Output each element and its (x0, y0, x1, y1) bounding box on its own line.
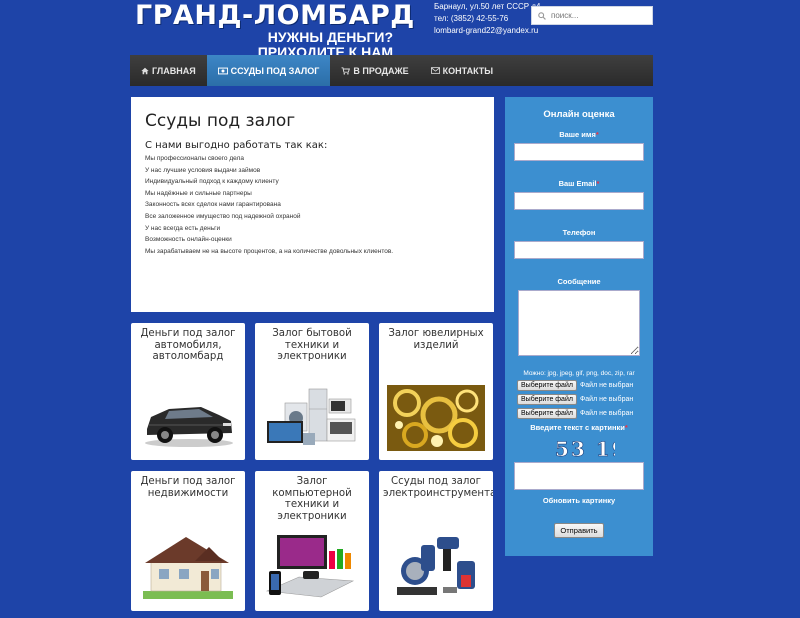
house-image (139, 531, 237, 601)
logo-title: ГРАНД-ЛОМБАРД (135, 0, 415, 31)
nav-item-for-sale[interactable]: В ПРОДАЖЕ (330, 55, 419, 86)
phone-field[interactable] (514, 241, 644, 259)
money-icon (217, 67, 228, 75)
gold-jewelry-image (387, 385, 485, 451)
card-title: Залог ювелирных изделий (388, 328, 484, 351)
computers-image (263, 531, 361, 601)
list-item: Все заложенное имущество под надежной ох… (145, 212, 301, 220)
choose-file-button[interactable]: Выберите файл (517, 408, 577, 419)
main-content: Ссуды под залог С нами выгодно работать … (131, 97, 494, 312)
header-contacts: Барнаул, ул.50 лет СССР д4 тел: (3852) 4… (434, 1, 540, 37)
card-title: Залог компьютерной техники и электроники (272, 476, 352, 522)
phone-label: Телефон (562, 228, 596, 237)
required-mark: * (596, 179, 600, 188)
choose-file-button[interactable]: Выберите файл (517, 380, 577, 391)
card-title: Залог бытовой техники и электроники (272, 328, 352, 362)
name-field[interactable] (514, 143, 644, 161)
captcha-image: 53 19 (551, 438, 615, 460)
nav-item-label: КОНТАКТЫ (442, 65, 494, 76)
file-upload-row: Выберите файл Файл не выбран (505, 408, 653, 419)
file-status: Файл не выбран (579, 396, 634, 403)
submit-button[interactable]: Отправить (554, 523, 604, 538)
home-icon (141, 67, 149, 75)
email-label: Ваш Email* (505, 179, 653, 188)
content-subtitle: С нами выгодно работать так как: (145, 140, 328, 151)
search-input[interactable] (551, 11, 646, 20)
list-item: Мы зарабатываем не на высоте процентов, … (145, 247, 394, 255)
nav-item-loans[interactable]: ССУДЫ ПОД ЗАЛОГ (206, 55, 331, 86)
email-label-text: Ваш Email (558, 179, 597, 188)
card-power-tools[interactable]: Ссуды под залог электроинструмента (379, 471, 493, 611)
main-nav: ГЛАВНАЯ ССУДЫ ПОД ЗАЛОГ В ПРОДАЖЕ КОНТАК… (130, 55, 653, 86)
phone-text: тел: (3852) 42-55-76 (434, 14, 509, 23)
card-title: Ссуды под залог электроинструмента (383, 476, 493, 499)
captcha-field[interactable] (514, 462, 644, 490)
logo-slogan-1: НУЖНЫ ДЕНЬГИ? (267, 29, 393, 45)
envelope-icon (430, 67, 440, 74)
card-appliances[interactable]: Залог бытовой техники и электроники (255, 323, 369, 460)
list-item: Индивидуальный подход к каждому клиенту (145, 178, 279, 186)
required-mark: * (595, 130, 599, 139)
card-real-estate[interactable]: Деньги под залог недвижимости (131, 471, 245, 611)
refresh-captcha-link[interactable]: Обновить картинку (505, 496, 653, 505)
file-status: Файл не выбран (579, 410, 634, 417)
nav-item-contacts[interactable]: КОНТАКТЫ (420, 55, 504, 86)
name-label-text: Ваше имя (559, 130, 596, 139)
required-mark: * (624, 423, 628, 432)
nav-item-home[interactable]: ГЛАВНАЯ (130, 55, 207, 86)
car-image (139, 385, 237, 451)
file-upload-row: Выберите файл Файл не выбран (505, 380, 653, 391)
benefits-list: Мы профессионалы своего дела У нас лучши… (145, 153, 480, 257)
card-title: Деньги под залог автомобиля, автоломбард (140, 328, 236, 362)
choose-file-button[interactable]: Выберите файл (517, 394, 577, 405)
nav-item-label: В ПРОДАЖЕ (353, 65, 409, 76)
message-field[interactable] (518, 290, 640, 356)
card-title: Деньги под залог недвижимости (140, 476, 236, 499)
name-label: Ваше имя* (505, 130, 653, 139)
cart-icon (341, 66, 351, 75)
card-car-loan[interactable]: Деньги под залог автомобиля, автоломбард (131, 323, 245, 460)
list-item: У нас всегда есть деньги (145, 224, 221, 232)
site-logo[interactable]: ГРАНД-ЛОМБАРД НУЖНЫ ДЕНЬГИ? ПРИХОДИТЕ К … (135, 0, 415, 60)
page-title: Ссуды под залог (145, 111, 296, 131)
appliances-image (263, 385, 361, 451)
list-item: У нас лучшие условия выдачи займов (145, 166, 261, 174)
file-status: Файл не выбран (579, 382, 634, 389)
nav-item-label: ГЛАВНАЯ (152, 65, 196, 76)
file-upload-row: Выберите файл Файл не выбран (505, 394, 653, 405)
list-item: Законность всех сделок нами гарантирован… (145, 201, 281, 209)
captcha-label: Введите текст с картинки* (505, 423, 653, 432)
form-title: Онлайн оценка (543, 109, 615, 120)
search-box (531, 6, 653, 25)
list-item: Мы профессионалы своего дела (145, 155, 244, 162)
power-tools-image (387, 531, 485, 601)
online-appraisal-form: Онлайн оценка Ваше имя* Ваш Email* Телеф… (505, 97, 653, 556)
card-jewelry[interactable]: Залог ювелирных изделий (379, 323, 493, 460)
email-field[interactable] (514, 192, 644, 210)
search-icon (538, 11, 546, 20)
captcha-text: 53 19 (555, 438, 615, 460)
list-item: Возможность онлайн-оценки (145, 236, 232, 244)
address-text: Барнаул, ул.50 лет СССР д4 (434, 2, 541, 11)
email-text: lombard-grand22@yandex.ru (434, 26, 539, 35)
allowed-file-types: Можно: jpg, jpeg, gif, png, doc, zip, ra… (523, 370, 635, 377)
nav-item-label: ССУДЫ ПОД ЗАЛОГ (230, 65, 320, 76)
card-computers[interactable]: Залог компьютерной техники и электроники (255, 471, 369, 611)
captcha-label-text: Введите текст с картинки (530, 423, 625, 432)
message-label: Сообщение (557, 277, 601, 286)
list-item: Мы надёжные и сильные партнеры (145, 189, 252, 197)
